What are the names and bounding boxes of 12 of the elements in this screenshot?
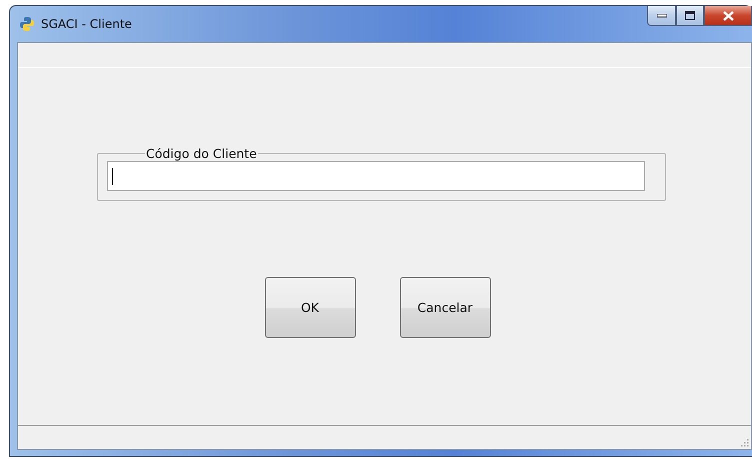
- close-icon: [722, 10, 734, 20]
- ok-button[interactable]: OK: [264, 277, 356, 338]
- window-title: SGACI - Cliente: [41, 17, 132, 31]
- client-code-field[interactable]: [107, 161, 645, 191]
- group-label: Código do Cliente: [145, 146, 258, 161]
- python-logo-icon: [19, 16, 35, 32]
- maximize-button[interactable]: [676, 6, 704, 26]
- minimize-icon: [656, 14, 666, 18]
- maximize-icon: [685, 11, 695, 20]
- cancel-button[interactable]: Cancelar: [400, 277, 490, 338]
- close-button[interactable]: [704, 6, 752, 26]
- minimize-button[interactable]: [647, 6, 676, 26]
